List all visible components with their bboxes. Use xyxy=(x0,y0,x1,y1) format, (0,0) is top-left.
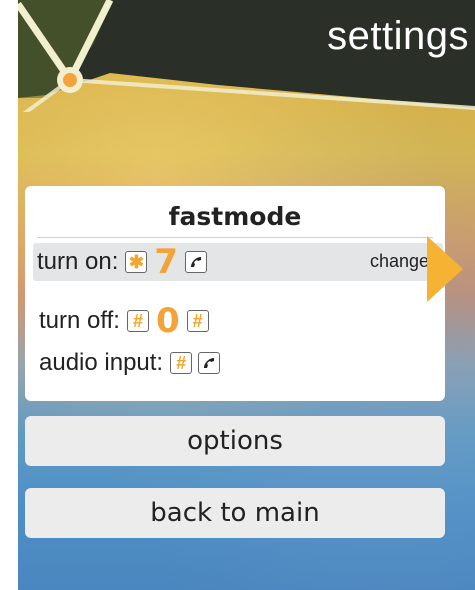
divider xyxy=(37,237,433,238)
hash-key-icon: # xyxy=(170,352,193,374)
star-key-icon: ✱ xyxy=(125,251,148,273)
fastmode-panel: fastmode turn on: ✱ 7 change turn off: #… xyxy=(25,186,445,401)
hash-key-icon: # xyxy=(186,310,209,332)
options-button[interactable]: options xyxy=(25,416,445,466)
turn-on-digit: 7 xyxy=(154,242,179,282)
turn-off-digit: 0 xyxy=(155,301,180,341)
right-arrow-icon[interactable] xyxy=(427,236,463,302)
page-title: settings xyxy=(327,14,469,58)
audio-input-row: audio input: # xyxy=(35,344,223,382)
back-to-main-button[interactable]: back to main xyxy=(25,488,445,538)
turn-on-row[interactable]: turn on: ✱ 7 change xyxy=(33,243,443,281)
change-link[interactable]: change xyxy=(370,251,429,272)
hash-key-icon: # xyxy=(126,310,149,332)
turn-on-label: turn on: xyxy=(37,248,119,275)
turn-off-label: turn off: xyxy=(39,307,120,334)
audio-input-label: audio input: xyxy=(39,349,164,376)
phone-key-icon xyxy=(185,251,208,273)
phone-key-icon xyxy=(198,352,221,374)
panel-title: fastmode xyxy=(168,202,302,231)
turn-off-row: turn off: # 0 # xyxy=(35,302,212,340)
